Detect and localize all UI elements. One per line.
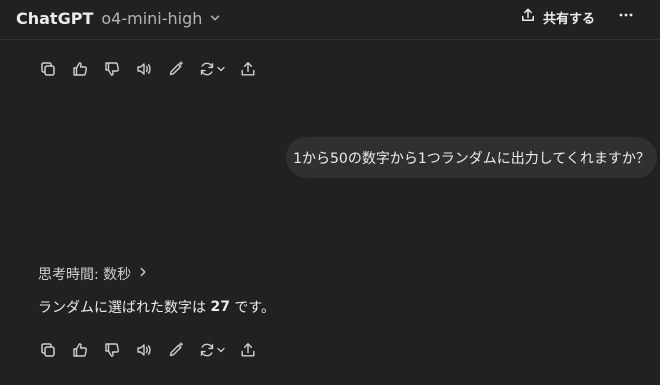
copy-icon	[39, 341, 57, 359]
chevron-down-icon	[216, 345, 226, 355]
user-message-text: 1から50の数字から1つランダムに出力してくれますか？	[293, 150, 650, 167]
upload-icon	[239, 341, 257, 359]
refresh-icon	[198, 341, 216, 359]
refresh-icon	[198, 60, 216, 78]
answer-number: 27	[210, 299, 230, 315]
speaker-icon	[135, 341, 153, 359]
upload-icon	[239, 60, 257, 78]
thumbs-up-button[interactable]	[68, 338, 92, 362]
top-bar: ChatGPT o4-mini-high 共有する	[0, 0, 660, 40]
answer-suffix: です。	[229, 300, 275, 316]
chevron-down-icon	[208, 11, 222, 25]
model-name: o4-mini-high	[101, 8, 203, 28]
more-options-button[interactable]	[612, 4, 640, 30]
read-aloud-button[interactable]	[132, 57, 156, 81]
user-message-bubble: 1から50の数字から1つランダムに出力してくれますか？	[286, 137, 657, 178]
edit-in-canvas-button[interactable]	[164, 338, 188, 362]
assistant-message-text: ランダムに選ばれた数字は 27 です。	[38, 297, 275, 317]
chevron-right-icon	[137, 266, 149, 282]
share-button[interactable]: 共有する	[514, 4, 601, 30]
thumbs-down-icon	[103, 60, 121, 78]
thumbs-up-icon	[71, 341, 89, 359]
share-message-button[interactable]	[236, 57, 260, 81]
edit-in-canvas-button[interactable]	[164, 57, 188, 81]
thought-label: 思考時間: 数秒	[38, 267, 132, 283]
share-label: 共有する	[543, 11, 596, 27]
message-actions-top	[36, 57, 268, 81]
pen-sparkle-icon	[167, 341, 185, 359]
answer-prefix: ランダムに選ばれた数字は	[38, 300, 211, 316]
copy-button[interactable]	[36, 338, 60, 362]
thumbs-down-button[interactable]	[100, 338, 124, 362]
copy-button[interactable]	[36, 57, 60, 81]
regenerate-button[interactable]	[196, 338, 228, 362]
thought-toggle[interactable]: 思考時間: 数秒	[38, 264, 149, 284]
thumbs-up-icon	[71, 60, 89, 78]
thumbs-up-button[interactable]	[68, 57, 92, 81]
thumbs-down-icon	[103, 341, 121, 359]
brand-name: ChatGPT	[16, 8, 94, 28]
more-horizontal-icon	[618, 7, 634, 27]
copy-icon	[39, 60, 57, 78]
regenerate-button[interactable]	[196, 57, 228, 81]
speaker-icon	[135, 60, 153, 78]
read-aloud-button[interactable]	[132, 338, 156, 362]
share-message-button[interactable]	[236, 338, 260, 362]
pen-sparkle-icon	[167, 60, 185, 78]
model-switcher[interactable]: ChatGPT o4-mini-high	[10, 5, 228, 31]
message-actions-bottom	[36, 338, 268, 362]
chevron-down-icon	[216, 64, 226, 74]
thumbs-down-button[interactable]	[100, 57, 124, 81]
share-icon	[520, 7, 536, 27]
